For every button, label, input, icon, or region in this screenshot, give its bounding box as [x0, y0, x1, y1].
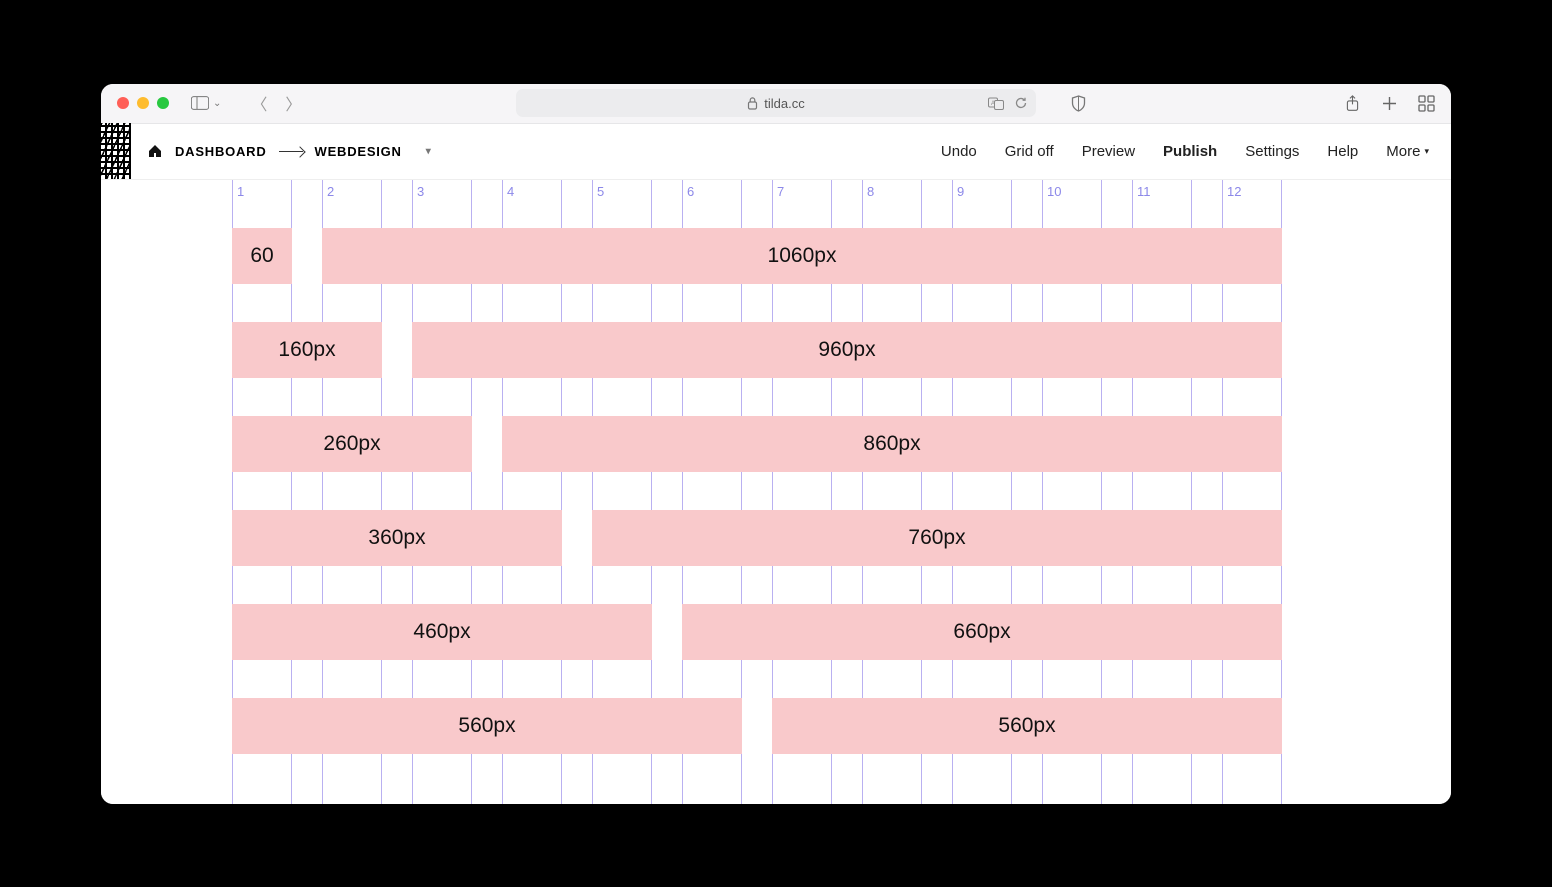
grid-column-label: 2	[327, 184, 334, 199]
undo-button[interactable]: Undo	[941, 143, 977, 160]
breadcrumb-arrow-icon	[279, 151, 303, 152]
reload-icon[interactable]	[1014, 96, 1028, 110]
preview-button[interactable]: Preview	[1082, 143, 1135, 160]
grid-block-right[interactable]: 560px	[772, 698, 1282, 754]
grid-container: 123456789101112601060px160px960px260px86…	[232, 180, 1320, 804]
tilda-logo[interactable]	[101, 123, 131, 179]
browser-window: ⌄ 〈 〉 tilda.cc A DASHBOARD	[101, 84, 1451, 804]
more-label: More	[1386, 143, 1420, 160]
grid-toggle-button[interactable]: Grid off	[1005, 143, 1054, 160]
breadcrumb-dashboard[interactable]: DASHBOARD	[175, 144, 267, 159]
grid-column-label: 3	[417, 184, 424, 199]
minimize-window-button[interactable]	[137, 97, 149, 109]
breadcrumb-menu-icon[interactable]: ▾	[426, 146, 432, 157]
grid-column-label: 1	[237, 184, 244, 199]
grid-block-right[interactable]: 660px	[682, 604, 1282, 660]
nav-arrows: 〈 〉	[251, 91, 301, 115]
toolbar-menu: Undo Grid off Preview Publish Settings H…	[941, 143, 1429, 160]
grid-column-label: 10	[1047, 184, 1061, 199]
grid-block-right[interactable]: 1060px	[322, 228, 1282, 284]
grid-block-left[interactable]: 60	[232, 228, 292, 284]
svg-text:A: A	[991, 101, 995, 107]
grid-column-label: 7	[777, 184, 784, 199]
app-toolbar: DASHBOARD WEBDESIGN ▾ Undo Grid off Prev…	[101, 124, 1451, 180]
grid-column-label: 8	[867, 184, 874, 199]
lock-icon	[747, 97, 758, 110]
grid-block-right[interactable]: 760px	[592, 510, 1282, 566]
titlebar-right	[1344, 95, 1435, 112]
forward-button[interactable]: 〉	[285, 91, 301, 115]
publish-button[interactable]: Publish	[1163, 143, 1217, 160]
fullscreen-window-button[interactable]	[157, 97, 169, 109]
url-right-icons: A	[988, 96, 1028, 110]
chevron-down-icon: ⌄	[213, 98, 221, 109]
url-text: tilda.cc	[764, 96, 804, 111]
settings-button[interactable]: Settings	[1245, 143, 1299, 160]
grid-block-left[interactable]: 460px	[232, 604, 652, 660]
editor-canvas[interactable]: 123456789101112601060px160px960px260px86…	[101, 180, 1451, 804]
grid-column-label: 12	[1227, 184, 1241, 199]
new-tab-icon[interactable]	[1381, 95, 1398, 112]
translate-icon[interactable]: A	[988, 96, 1004, 110]
browser-titlebar: ⌄ 〈 〉 tilda.cc A	[101, 84, 1451, 124]
grid-block-left[interactable]: 260px	[232, 416, 472, 472]
grid-block-right[interactable]: 960px	[412, 322, 1282, 378]
grid-column-label: 6	[687, 184, 694, 199]
grid-column-label: 4	[507, 184, 514, 199]
sidebar-toggle-button[interactable]: ⌄	[191, 96, 221, 110]
share-icon[interactable]	[1344, 95, 1361, 112]
more-button[interactable]: More ▾	[1386, 143, 1429, 160]
grid-column-label: 5	[597, 184, 604, 199]
help-button[interactable]: Help	[1327, 143, 1358, 160]
chevron-down-icon: ▾	[1424, 146, 1429, 157]
close-window-button[interactable]	[117, 97, 129, 109]
sidebar-icon	[191, 96, 209, 110]
grid-block-left[interactable]: 360px	[232, 510, 562, 566]
grid-block-left[interactable]: 560px	[232, 698, 742, 754]
traffic-lights	[117, 97, 169, 109]
grid-column-label: 9	[957, 184, 964, 199]
tabs-overview-icon[interactable]	[1418, 95, 1435, 112]
privacy-shield-icon[interactable]	[1071, 95, 1086, 112]
address-bar[interactable]: tilda.cc A	[516, 89, 1036, 117]
grid-block-right[interactable]: 860px	[502, 416, 1282, 472]
home-icon[interactable]	[147, 144, 163, 158]
back-button[interactable]: 〈	[251, 91, 267, 115]
breadcrumb-page[interactable]: WEBDESIGN	[315, 144, 402, 159]
grid-block-left[interactable]: 160px	[232, 322, 382, 378]
grid-column-label: 11	[1137, 184, 1151, 199]
breadcrumb: DASHBOARD WEBDESIGN ▾	[147, 144, 432, 159]
